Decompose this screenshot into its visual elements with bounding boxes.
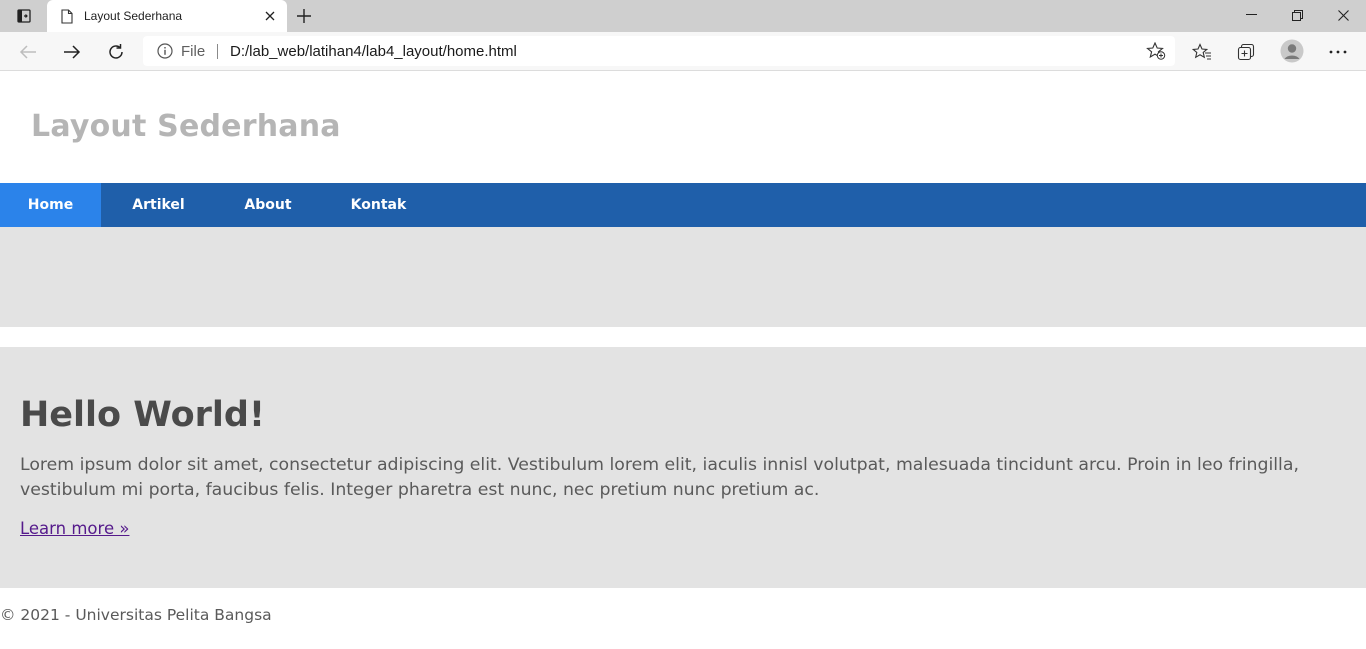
learn-more-link[interactable]: Learn more » bbox=[20, 519, 129, 538]
restore-icon[interactable] bbox=[1285, 4, 1309, 26]
nav-item-artikel[interactable]: Artikel bbox=[101, 183, 216, 227]
url-text[interactable]: D:/lab_web/latihan4/lab4_layout/home.htm… bbox=[230, 43, 517, 60]
url-scheme-label: File bbox=[181, 43, 206, 60]
tab-title: Layout Sederhana bbox=[84, 9, 183, 23]
browser-tab[interactable]: Layout Sederhana bbox=[47, 0, 287, 32]
window-close-icon[interactable] bbox=[1331, 4, 1355, 26]
url-separator bbox=[217, 44, 218, 59]
main-content-box: Hello World! Lorem ipsum dolor sit amet,… bbox=[0, 347, 1366, 588]
main-heading: Hello World! bbox=[20, 395, 265, 435]
browser-tabstrip: Layout Sederhana bbox=[0, 0, 1366, 32]
nav-item-about[interactable]: About bbox=[216, 183, 320, 227]
browser-toolbar: File D:/lab_web/latihan4/lab4_layout/hom… bbox=[0, 32, 1366, 71]
plus-icon[interactable] bbox=[292, 4, 316, 28]
main-paragraph: Lorem ipsum dolor sit amet, consectetur … bbox=[20, 455, 1299, 500]
refresh-icon[interactable] bbox=[104, 40, 128, 64]
web-page: Layout Sederhana Home Artikel About Kont… bbox=[0, 71, 1366, 649]
info-icon[interactable] bbox=[157, 43, 173, 59]
close-icon[interactable] bbox=[259, 5, 281, 27]
hero-banner bbox=[0, 227, 1366, 327]
minimize-icon[interactable] bbox=[1239, 4, 1263, 26]
favorites-icon[interactable] bbox=[1190, 40, 1214, 64]
profile-icon[interactable] bbox=[1280, 39, 1304, 63]
tab-actions-icon[interactable] bbox=[11, 6, 37, 26]
nav-item-kontak[interactable]: Kontak bbox=[320, 183, 437, 227]
site-title: Layout Sederhana bbox=[31, 109, 341, 144]
forward-icon[interactable] bbox=[60, 40, 84, 64]
footer-text: © 2021 - Universitas Pelita Bangsa bbox=[0, 606, 272, 624]
nav-item-home[interactable]: Home bbox=[0, 183, 101, 227]
document-icon bbox=[59, 8, 75, 24]
back-icon[interactable] bbox=[16, 40, 40, 64]
site-header: Layout Sederhana bbox=[0, 71, 1366, 183]
add-favorite-icon[interactable] bbox=[1145, 41, 1167, 61]
more-icon[interactable] bbox=[1326, 40, 1350, 64]
address-bar[interactable]: File D:/lab_web/latihan4/lab4_layout/hom… bbox=[143, 36, 1175, 66]
main-nav: Home Artikel About Kontak bbox=[0, 183, 1366, 227]
collections-icon[interactable] bbox=[1234, 40, 1258, 64]
